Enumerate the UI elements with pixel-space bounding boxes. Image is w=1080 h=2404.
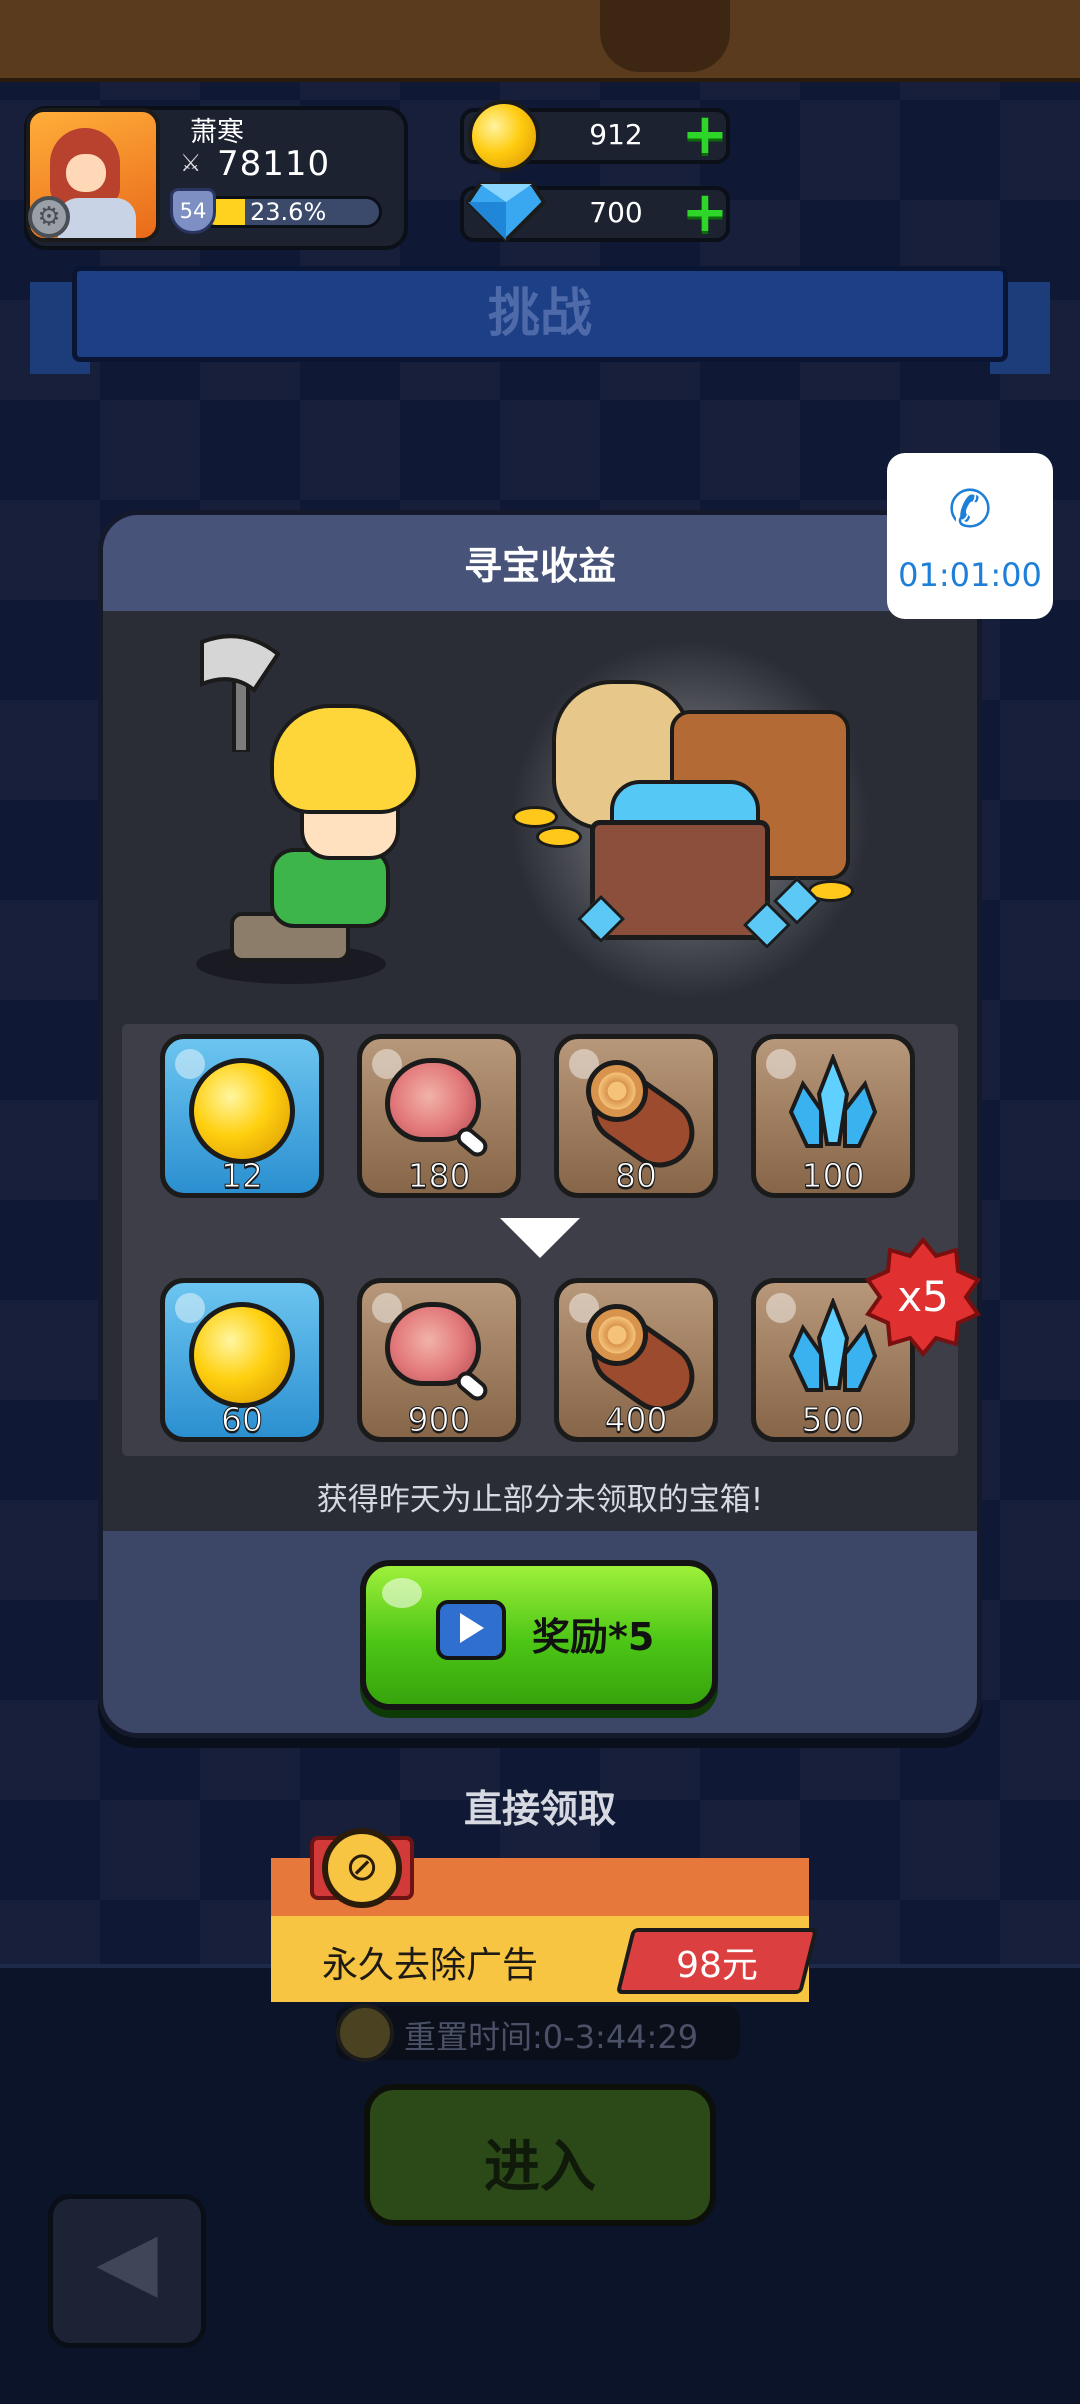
reward-amount: 900	[407, 1400, 471, 1440]
enter-button-label: 进入	[484, 2135, 596, 2200]
multiplier-badge-text: x5	[897, 1272, 949, 1321]
wood-log-end	[586, 1304, 648, 1366]
reward-amount: 400	[604, 1400, 668, 1440]
xp-percent: 23.6%	[250, 198, 327, 226]
ad-removal-price[interactable]: 98元	[624, 1936, 810, 1988]
add-gems-button[interactable]: +	[680, 185, 730, 241]
level-shield-badge: 54	[170, 188, 216, 234]
back-arrow-icon[interactable]: ◀	[48, 2214, 206, 2307]
gold-amount: 912	[589, 118, 643, 151]
loose-coin	[536, 826, 582, 848]
blue-crystal-icon	[788, 1054, 878, 1148]
modal-title: 寻宝收益	[463, 544, 616, 588]
reward-amount: 500	[801, 1400, 865, 1440]
stump-decor	[600, 0, 730, 72]
reset-clock-icon	[336, 2004, 394, 2062]
call-timer: 01:01:00	[898, 556, 1042, 594]
page-title: 挑战	[487, 284, 592, 344]
reward-amount: 60	[221, 1400, 264, 1440]
loose-coin	[512, 806, 558, 828]
reward-amount: 12	[221, 1156, 264, 1196]
settings-gear-icon[interactable]: ⚙	[28, 196, 70, 238]
gold-coin-icon	[468, 100, 540, 172]
wood-log-end	[586, 1060, 648, 1122]
top-decor-strip	[0, 0, 1080, 82]
gold-coin-icon	[189, 1058, 295, 1164]
ad-removal-label: 永久去除广告	[322, 1945, 539, 1986]
reset-timer-text: 重置时间:0-3:44:29	[404, 2018, 699, 2056]
gem-amount: 700	[589, 196, 643, 229]
hero-body	[270, 848, 390, 928]
down-arrow-icon	[500, 1218, 580, 1258]
axe-icon	[200, 634, 281, 752]
gold-coin-icon	[189, 1302, 295, 1408]
reward-amount: 80	[615, 1156, 658, 1196]
direct-claim-link[interactable]: 直接领取	[0, 1778, 1080, 1833]
phone-icon[interactable]: ✆	[940, 480, 1000, 540]
add-gold-button[interactable]: +	[680, 107, 730, 163]
no-ads-icon: ⊘	[322, 1828, 402, 1908]
crossed-swords-icon: ⚔	[180, 149, 202, 177]
diamond-icon	[466, 182, 546, 243]
reward-amount: 100	[801, 1156, 865, 1196]
reward-button-label: 奖励*5	[532, 1615, 655, 1659]
combat-power: 78110	[217, 144, 331, 184]
reward-info-text: 获得昨天为止部分未领取的宝箱!	[316, 1482, 764, 1518]
reward-amount: 180	[407, 1156, 471, 1196]
play-triangle	[460, 1613, 484, 1643]
